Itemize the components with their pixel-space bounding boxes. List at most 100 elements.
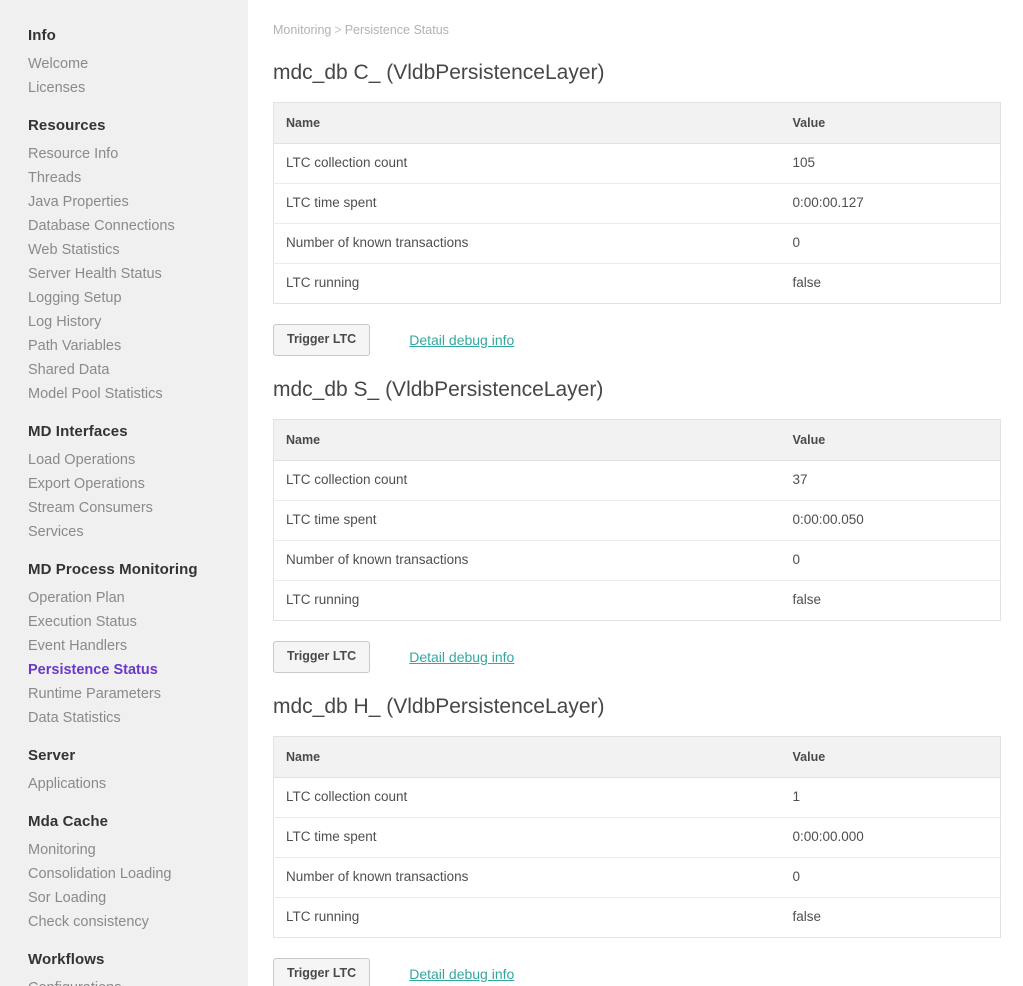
sidebar-item-applications[interactable]: Applications — [0, 772, 248, 796]
sidebar-item-configurations[interactable]: Configurations — [0, 976, 248, 986]
cell-name: Number of known transactions — [274, 224, 781, 264]
sidebar-item-java-properties[interactable]: Java Properties — [0, 190, 248, 214]
sidebar-item-path-variables[interactable]: Path Variables — [0, 334, 248, 358]
column-header-value: Value — [781, 103, 1001, 144]
cell-name: LTC collection count — [274, 461, 781, 501]
cell-name: Number of known transactions — [274, 858, 781, 898]
cell-value: false — [781, 581, 1001, 621]
table-row: LTC collection count37 — [274, 461, 1001, 501]
table-header-row: NameValue — [274, 420, 1001, 461]
trigger-ltc-button[interactable]: Trigger LTC — [273, 641, 370, 673]
sidebar-group-heading: Server — [0, 730, 248, 772]
cell-value: 37 — [781, 461, 1001, 501]
sidebar-item-execution-status[interactable]: Execution Status — [0, 610, 248, 634]
sidebar-item-log-history[interactable]: Log History — [0, 310, 248, 334]
sidebar-group-heading: MD Interfaces — [0, 406, 248, 448]
section-title: mdc_db H_ (VldbPersistenceLayer) — [273, 694, 1000, 720]
table-row: Number of known transactions0 — [274, 858, 1001, 898]
column-header-name: Name — [274, 737, 781, 778]
cell-value: false — [781, 898, 1001, 938]
sidebar-item-server-health-status[interactable]: Server Health Status — [0, 262, 248, 286]
sidebar-item-web-statistics[interactable]: Web Statistics — [0, 238, 248, 262]
table-row: Number of known transactions0 — [274, 541, 1001, 581]
table-row: LTC time spent0:00:00.127 — [274, 184, 1001, 224]
persistence-table: NameValueLTC collection count37LTC time … — [273, 419, 1001, 621]
section-title: mdc_db C_ (VldbPersistenceLayer) — [273, 60, 1000, 86]
breadcrumb: Monitoring>Persistence Status — [273, 22, 1000, 38]
breadcrumb-separator: > — [331, 23, 344, 37]
column-header-value: Value — [781, 737, 1001, 778]
table-header-row: NameValue — [274, 737, 1001, 778]
sidebar-item-export-operations[interactable]: Export Operations — [0, 472, 248, 496]
sidebar-item-event-handlers[interactable]: Event Handlers — [0, 634, 248, 658]
cell-value: 105 — [781, 144, 1001, 184]
cell-value: 0:00:00.000 — [781, 818, 1001, 858]
trigger-ltc-button[interactable]: Trigger LTC — [273, 324, 370, 356]
sidebar-item-services[interactable]: Services — [0, 520, 248, 544]
detail-debug-info-link[interactable]: Detail debug info — [409, 965, 514, 983]
sidebar-group-heading: Info — [0, 24, 248, 52]
cell-value: 0:00:00.127 — [781, 184, 1001, 224]
detail-debug-info-link[interactable]: Detail debug info — [409, 331, 514, 349]
cell-value: 1 — [781, 778, 1001, 818]
section-spacer — [273, 356, 1000, 365]
cell-name: Number of known transactions — [274, 541, 781, 581]
sidebar-item-consolidation-loading[interactable]: Consolidation Loading — [0, 862, 248, 886]
cell-name: LTC collection count — [274, 778, 781, 818]
sidebar-item-load-operations[interactable]: Load Operations — [0, 448, 248, 472]
sidebar-item-persistence-status[interactable]: Persistence Status — [0, 658, 248, 682]
cell-value: 0 — [781, 224, 1001, 264]
sidebar-item-logging-setup[interactable]: Logging Setup — [0, 286, 248, 310]
detail-debug-info-link[interactable]: Detail debug info — [409, 648, 514, 666]
sections-container: mdc_db C_ (VldbPersistenceLayer)NameValu… — [273, 60, 1000, 986]
persistence-table: NameValueLTC collection count105LTC time… — [273, 102, 1001, 304]
table-row: LTC runningfalse — [274, 581, 1001, 621]
table-row: LTC collection count1 — [274, 778, 1001, 818]
table-row: LTC collection count105 — [274, 144, 1001, 184]
sidebar-group: MD InterfacesLoad OperationsExport Opera… — [0, 406, 248, 544]
cell-name: LTC collection count — [274, 144, 781, 184]
table-header-row: NameValue — [274, 103, 1001, 144]
section-actions: Trigger LTC Detail debug info — [273, 641, 1000, 673]
cell-name: LTC time spent — [274, 184, 781, 224]
sidebar-item-data-statistics[interactable]: Data Statistics — [0, 706, 248, 730]
sidebar-item-runtime-parameters[interactable]: Runtime Parameters — [0, 682, 248, 706]
section-actions: Trigger LTC Detail debug info — [273, 958, 1000, 986]
sidebar-group: ServerApplications — [0, 730, 248, 796]
sidebar-group-heading: Resources — [0, 100, 248, 142]
persistence-section: mdc_db S_ (VldbPersistenceLayer) NameValu… — [273, 377, 1000, 682]
table-row: LTC time spent0:00:00.050 — [274, 501, 1001, 541]
sidebar-group: WorkflowsConfigurationsRunning — [0, 934, 248, 986]
sidebar-item-check-consistency[interactable]: Check consistency — [0, 910, 248, 934]
sidebar-item-model-pool-statistics[interactable]: Model Pool Statistics — [0, 382, 248, 406]
cell-name: LTC time spent — [274, 501, 781, 541]
column-header-value: Value — [781, 420, 1001, 461]
sidebar-item-database-connections[interactable]: Database Connections — [0, 214, 248, 238]
table-row: Number of known transactions0 — [274, 224, 1001, 264]
sidebar-item-sor-loading[interactable]: Sor Loading — [0, 886, 248, 910]
cell-value: 0:00:00.050 — [781, 501, 1001, 541]
section-spacer — [273, 673, 1000, 682]
column-header-name: Name — [274, 103, 781, 144]
sidebar-group: ResourcesResource InfoThreadsJava Proper… — [0, 100, 248, 406]
cell-value: 0 — [781, 541, 1001, 581]
table-row: LTC time spent0:00:00.000 — [274, 818, 1001, 858]
sidebar-item-operation-plan[interactable]: Operation Plan — [0, 586, 248, 610]
sidebar-item-shared-data[interactable]: Shared Data — [0, 358, 248, 382]
sidebar-item-resource-info[interactable]: Resource Info — [0, 142, 248, 166]
table-row: LTC runningfalse — [274, 898, 1001, 938]
sidebar-item-licenses[interactable]: Licenses — [0, 76, 248, 100]
page-root: InfoWelcomeLicensesResourcesResource Inf… — [0, 0, 1023, 986]
sidebar-item-welcome[interactable]: Welcome — [0, 52, 248, 76]
sidebar-item-threads[interactable]: Threads — [0, 166, 248, 190]
sidebar-item-stream-consumers[interactable]: Stream Consumers — [0, 496, 248, 520]
sidebar-group: Mda CacheMonitoringConsolidation Loading… — [0, 796, 248, 934]
trigger-ltc-button[interactable]: Trigger LTC — [273, 958, 370, 986]
sidebar-item-monitoring[interactable]: Monitoring — [0, 838, 248, 862]
persistence-table: NameValueLTC collection count1LTC time s… — [273, 736, 1001, 938]
sidebar-group-heading: MD Process Monitoring — [0, 544, 248, 586]
section-title: mdc_db S_ (VldbPersistenceLayer) — [273, 377, 1000, 403]
sidebar: InfoWelcomeLicensesResourcesResource Inf… — [0, 0, 248, 986]
breadcrumb-item-0[interactable]: Monitoring — [273, 23, 331, 37]
breadcrumb-item-1[interactable]: Persistence Status — [345, 23, 449, 37]
